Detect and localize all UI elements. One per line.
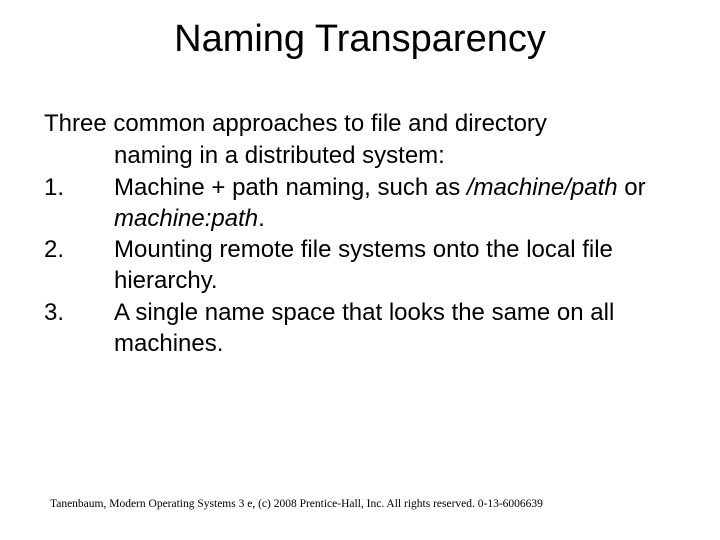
slide-title: Naming Transparency [40, 18, 680, 61]
list-item: 1. Machine + path naming, such as /machi… [44, 173, 680, 234]
slide-container: Naming Transparency Three common approac… [0, 0, 720, 540]
list-item: 3. A single name space that looks the sa… [44, 298, 680, 359]
list-text: Mounting remote file systems onto the lo… [114, 235, 680, 296]
list-item: 2. Mounting remote file systems onto the… [44, 235, 680, 296]
list-text: Machine + path naming, such as /machine/… [114, 173, 680, 234]
list-number: 2. [44, 235, 114, 296]
list-number: 3. [44, 298, 114, 359]
list-text: A single name space that looks the same … [114, 298, 680, 359]
list-number: 1. [44, 173, 114, 234]
italic-path: machine:path [114, 205, 258, 232]
text-segment: or [618, 174, 646, 201]
text-segment: Machine + path naming, such as [114, 174, 467, 201]
intro-line2: naming in a distributed system: [40, 141, 680, 171]
footer-citation: Tanenbaum, Modern Operating Systems 3 e,… [50, 498, 543, 510]
numbered-list: 1. Machine + path naming, such as /machi… [40, 173, 680, 359]
intro-line1: Three common approaches to file and dire… [40, 109, 680, 139]
text-segment: . [258, 205, 265, 232]
italic-path: /machine/path [467, 174, 618, 201]
